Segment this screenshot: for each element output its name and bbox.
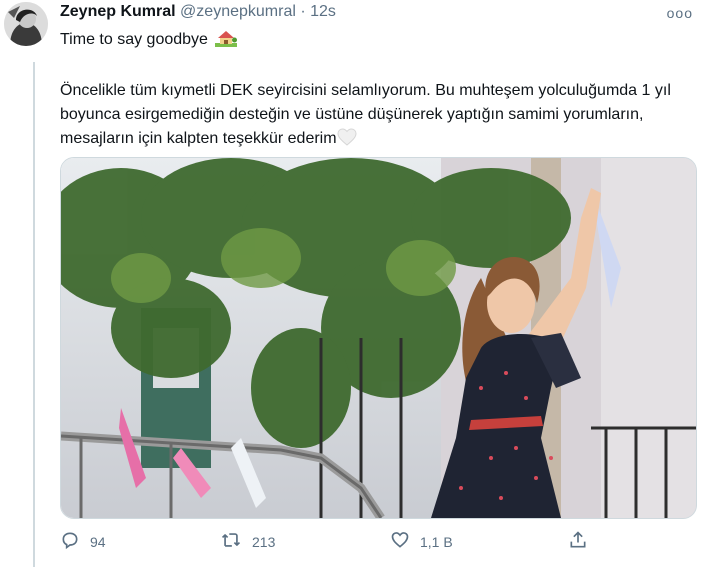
retweet-icon bbox=[220, 530, 252, 553]
retweet-button[interactable]: 213 bbox=[220, 530, 275, 553]
more-options-icon[interactable]: ooo bbox=[667, 5, 693, 21]
tweet-first-line: Time to say goodbye bbox=[60, 29, 238, 52]
tweet-photo[interactable] bbox=[60, 157, 697, 519]
heart-icon bbox=[390, 530, 420, 553]
like-button[interactable]: 1,1 B bbox=[390, 530, 453, 553]
tweet-actions: 94 213 1,1 B bbox=[60, 530, 620, 558]
avatar[interactable] bbox=[4, 2, 48, 46]
author-handle[interactable]: @zeynepkumral bbox=[180, 3, 296, 20]
thread-line bbox=[33, 62, 35, 567]
reply-button[interactable]: 94 bbox=[60, 530, 106, 553]
first-line-text: Time to say goodbye bbox=[60, 31, 208, 48]
tweet-body: Öncelikle tüm kıymetli DEK seyircisini s… bbox=[60, 79, 680, 154]
house-with-garden-icon bbox=[215, 29, 238, 52]
white-heart-icon bbox=[337, 128, 357, 154]
separator: · bbox=[300, 3, 306, 20]
author-name[interactable]: Zeynep Kumral bbox=[60, 3, 176, 20]
tweet-body-text: Öncelikle tüm kıymetli DEK seyircisini s… bbox=[60, 82, 671, 147]
like-count: 1,1 B bbox=[420, 533, 453, 550]
timestamp[interactable]: 12s bbox=[310, 3, 336, 20]
reply-count: 94 bbox=[90, 533, 106, 550]
reply-icon bbox=[60, 530, 90, 553]
share-button[interactable] bbox=[568, 530, 598, 553]
tweet-header: Zeynep Kumral @zeynepkumral · 12s bbox=[60, 3, 336, 21]
retweet-count: 213 bbox=[252, 533, 276, 550]
share-icon bbox=[568, 530, 598, 553]
